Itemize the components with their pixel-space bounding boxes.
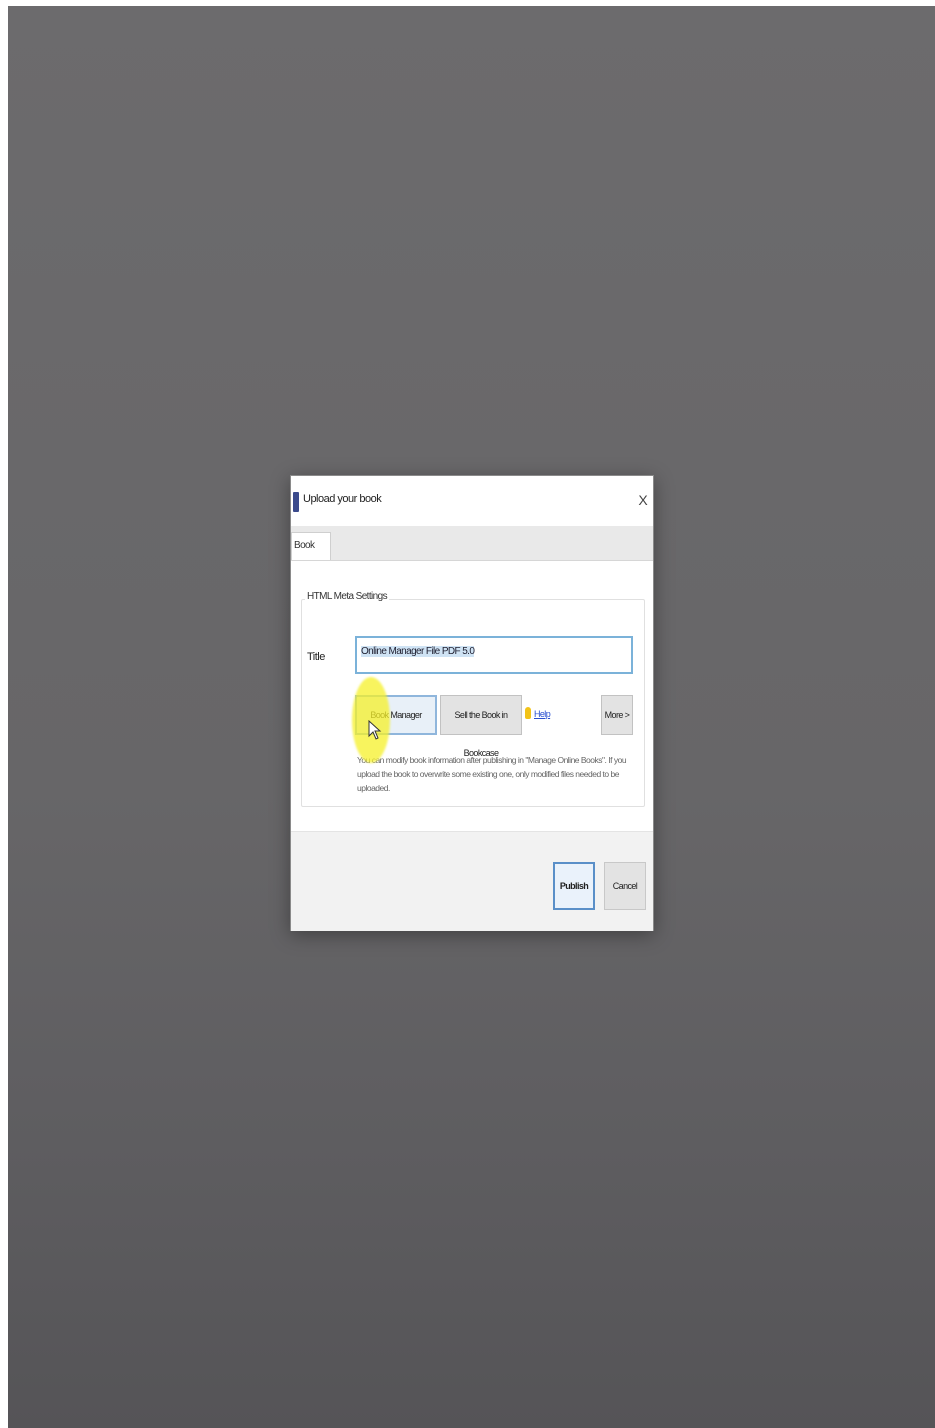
info-text: You can modify book information after pu… <box>357 755 627 793</box>
publish-button[interactable]: Publish <box>553 862 595 910</box>
cursor-icon <box>368 720 382 740</box>
tab-strip: Book settings <box>291 526 653 577</box>
upload-book-dialog: Upload your book X Book settings HTML Me… <box>290 475 654 931</box>
tab-book-settings[interactable]: Book settings <box>291 532 331 577</box>
more-button[interactable]: More > <box>601 695 633 735</box>
lightbulb-icon <box>525 707 531 719</box>
dialog-titlebar: Upload your book X <box>291 476 653 526</box>
dialog-title: Upload your book <box>303 493 382 505</box>
app-icon <box>293 492 299 512</box>
dialog-footer: Publish Cancel <box>291 831 653 931</box>
title-input-value: Online Manager File PDF 5.0 <box>361 646 475 657</box>
help-link[interactable]: Help <box>534 709 551 719</box>
close-icon[interactable]: X <box>637 490 649 510</box>
html-meta-group-label: HTML Meta Settings <box>305 591 389 602</box>
title-input[interactable]: Online Manager File PDF 5.0 <box>355 636 633 674</box>
cancel-button[interactable]: Cancel <box>604 862 646 910</box>
sell-in-bookcase-button[interactable]: Sell the Book in Bookcase <box>440 695 522 758</box>
title-field-label: Title <box>307 651 325 663</box>
book-settings-panel: HTML Meta Settings Title Online Manager … <box>291 561 653 831</box>
